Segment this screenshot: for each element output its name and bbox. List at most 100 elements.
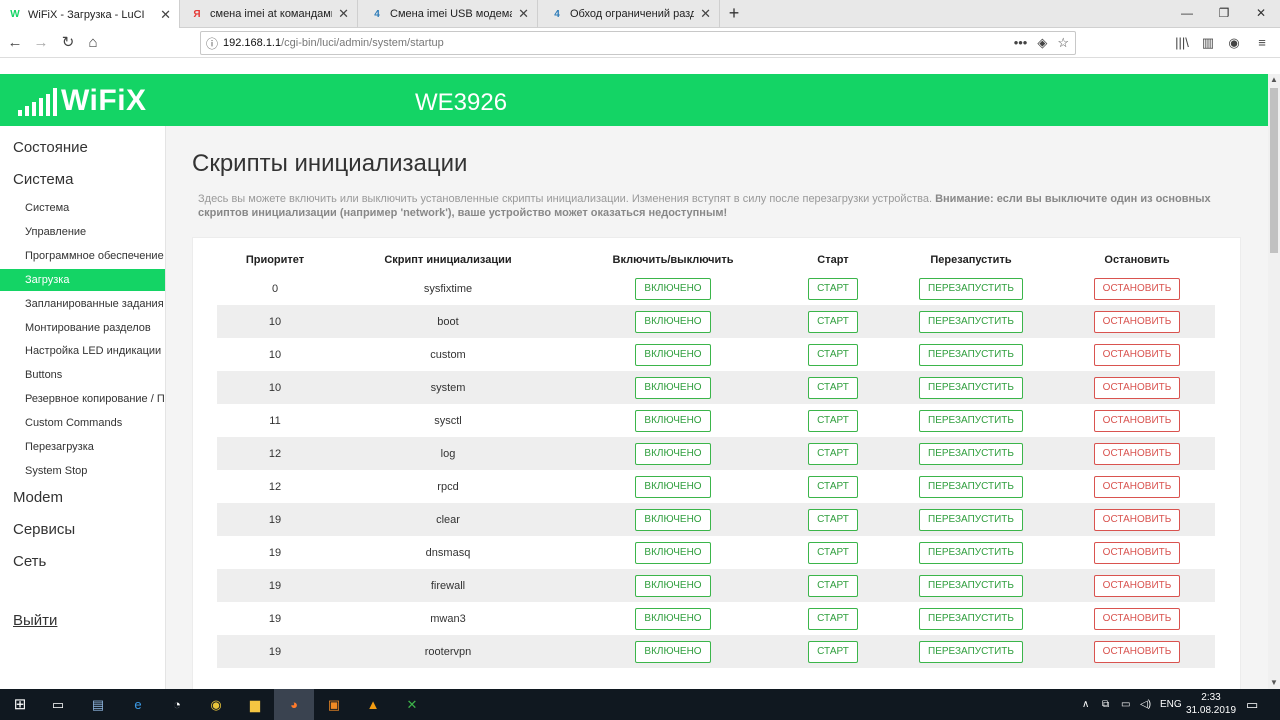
stop-button[interactable]: ОСТАНОВИТЬ	[1093, 640, 1181, 663]
sidebar-item-status[interactable]: Состояние	[13, 139, 88, 156]
restart-button[interactable]: ПЕРЕЗАПУСТИТЬ	[919, 508, 1023, 531]
browser-tab[interactable]: W WiFiX - Загрузка - LuCI ✕	[0, 0, 180, 29]
restart-button[interactable]: ПЕРЕЗАПУСТИТЬ	[919, 343, 1023, 366]
sidebar-item-system-sub[interactable]: Custom Commands	[0, 412, 165, 434]
restart-button[interactable]: ПЕРЕЗАПУСТИТЬ	[919, 640, 1023, 663]
start-button[interactable]: СТАРТ	[808, 607, 858, 630]
browser-tab[interactable]: Ясмена imei at командами — Я ✕	[182, 0, 358, 28]
stop-button[interactable]: ОСТАНОВИТЬ	[1093, 607, 1181, 630]
task-view-icon[interactable]: ▭	[46, 693, 70, 717]
stop-button[interactable]: ОСТАНОВИТЬ	[1093, 541, 1181, 564]
start-button[interactable]: СТАРТ	[808, 376, 858, 399]
language-indicator[interactable]: ENG	[1160, 689, 1182, 720]
start-button[interactable]: СТАРТ	[808, 574, 858, 597]
restart-button[interactable]: ПЕРЕЗАПУСТИТЬ	[919, 541, 1023, 564]
start-button[interactable]: СТАРТ	[808, 541, 858, 564]
restart-button[interactable]: ПЕРЕЗАПУСТИТЬ	[919, 574, 1023, 597]
sidebar-item-modem[interactable]: Modem	[13, 489, 63, 506]
close-tab-icon[interactable]: ✕	[700, 6, 711, 22]
start-button[interactable]: СТАРТ	[808, 508, 858, 531]
browser-tab[interactable]: 4 Смена imei USB модема - 4PD ✕	[362, 0, 538, 28]
enabled-toggle-button[interactable]: ВКЛЮЧЕНО	[635, 508, 711, 531]
reload-icon[interactable]: ↻	[57, 32, 79, 54]
enabled-toggle-button[interactable]: ВКЛЮЧЕНО	[635, 541, 711, 564]
sidebar-item-system-sub[interactable]: Система	[0, 197, 165, 219]
enabled-toggle-button[interactable]: ВКЛЮЧЕНО	[635, 409, 711, 432]
home-icon[interactable]: ⌂	[82, 32, 104, 54]
stop-button[interactable]: ОСТАНОВИТЬ	[1093, 376, 1181, 399]
maximize-button[interactable]: ❐	[1207, 0, 1241, 28]
stop-button[interactable]: ОСТАНОВИТЬ	[1093, 310, 1181, 333]
enabled-toggle-button[interactable]: ВКЛЮЧЕНО	[635, 310, 711, 333]
enabled-toggle-button[interactable]: ВКЛЮЧЕНО	[635, 277, 711, 300]
notifications-icon[interactable]: ▭	[1246, 689, 1258, 720]
stop-button[interactable]: ОСТАНОВИТЬ	[1093, 409, 1181, 432]
restart-button[interactable]: ПЕРЕЗАПУСТИТЬ	[919, 310, 1023, 333]
site-info-icon[interactable]: ⓘ	[201, 35, 223, 52]
enabled-toggle-button[interactable]: ВКЛЮЧЕНО	[635, 376, 711, 399]
restart-button[interactable]: ПЕРЕЗАПУСТИТЬ	[919, 475, 1023, 498]
enabled-toggle-button[interactable]: ВКЛЮЧЕНО	[635, 475, 711, 498]
pocket-icon[interactable]: ◈	[1037, 35, 1047, 51]
sidebar-item-services[interactable]: Сервисы	[13, 521, 75, 538]
stop-button[interactable]: ОСТАНОВИТЬ	[1093, 343, 1181, 366]
vlc-icon[interactable]: ▲	[361, 693, 385, 717]
start-button[interactable]: СТАРТ	[808, 343, 858, 366]
sidebar-item-system-sub[interactable]: Настройка LED индикации	[0, 340, 165, 362]
logout-link[interactable]: Выйти	[13, 612, 57, 629]
page-actions-icon[interactable]: •••	[1014, 35, 1028, 51]
sidebar-item-system-sub[interactable]: Монтирование разделов	[0, 317, 165, 339]
system-clock[interactable]: 2:33 31.08.2019	[1186, 691, 1236, 717]
firefox-icon[interactable]: ◕	[282, 693, 306, 717]
scroll-down-icon[interactable]: ▼	[1268, 677, 1280, 689]
restart-button[interactable]: ПЕРЕЗАПУСТИТЬ	[919, 376, 1023, 399]
speedometer-icon[interactable]: ◔	[165, 693, 189, 717]
sidebar-item-system-sub[interactable]: Загрузка	[0, 268, 165, 291]
enabled-toggle-button[interactable]: ВКЛЮЧЕНО	[635, 640, 711, 663]
hamburger-menu-icon[interactable]: ≡	[1252, 33, 1272, 53]
page-vertical-scrollbar[interactable]: ▲ ▼	[1268, 74, 1280, 689]
start-button[interactable]: СТАРТ	[808, 475, 858, 498]
volume-tray-icon[interactable]: ◁)	[1140, 689, 1151, 720]
power-tray-icon[interactable]: ▭	[1121, 689, 1130, 720]
wifix-logo[interactable]: WiFiX	[18, 84, 147, 116]
edge-icon[interactable]: e	[126, 693, 150, 717]
new-tab-button[interactable]: +	[723, 2, 745, 26]
start-button[interactable]: СТАРТ	[808, 409, 858, 432]
network-tray-icon[interactable]: ⧉	[1102, 689, 1109, 720]
file-explorer-icon[interactable]: ▆	[243, 693, 267, 717]
start-button[interactable]: СТАРТ	[808, 310, 858, 333]
close-window-button[interactable]: ✕	[1244, 0, 1278, 28]
stop-button[interactable]: ОСТАНОВИТЬ	[1093, 508, 1181, 531]
sidebar-item-system-sub[interactable]: Управление	[0, 221, 165, 243]
sidebar-item-system-sub[interactable]: Перезагрузка	[0, 436, 165, 458]
sidebar-item-system-sub[interactable]: Buttons	[0, 364, 165, 386]
close-tab-icon[interactable]: ✕	[338, 6, 349, 22]
restart-button[interactable]: ПЕРЕЗАПУСТИТЬ	[919, 277, 1023, 300]
restart-button[interactable]: ПЕРЕЗАПУСТИТЬ	[919, 442, 1023, 465]
windows-start-icon[interactable]: ⊞	[8, 693, 32, 717]
scroll-up-icon[interactable]: ▲	[1268, 74, 1280, 86]
stop-button[interactable]: ОСТАНОВИТЬ	[1093, 442, 1181, 465]
sidebar-item-system-sub[interactable]: Программное обеспечение	[0, 245, 165, 267]
back-arrow-icon[interactable]: ←	[4, 32, 26, 54]
sidebar-item-system[interactable]: Система	[13, 171, 73, 188]
library-icon[interactable]: |||\	[1172, 33, 1192, 53]
start-button[interactable]: СТАРТ	[808, 442, 858, 465]
chrome-icon[interactable]: ◉	[204, 693, 228, 717]
stop-button[interactable]: ОСТАНОВИТЬ	[1093, 475, 1181, 498]
close-tab-icon[interactable]: ✕	[160, 7, 171, 23]
forward-arrow-icon[interactable]: →	[30, 32, 52, 54]
restart-button[interactable]: ПЕРЕЗАПУСТИТЬ	[919, 607, 1023, 630]
bookmark-star-icon[interactable]: ☆	[1057, 35, 1069, 51]
sidebar-item-system-sub[interactable]: System Stop	[0, 460, 165, 482]
close-tab-icon[interactable]: ✕	[518, 6, 529, 22]
minimize-button[interactable]: —	[1170, 0, 1204, 28]
media-app-icon[interactable]: ▣	[322, 693, 346, 717]
stop-button[interactable]: ОСТАНОВИТЬ	[1093, 277, 1181, 300]
stop-button[interactable]: ОСТАНОВИТЬ	[1093, 574, 1181, 597]
tray-chevron-icon[interactable]: ∧	[1082, 689, 1089, 720]
enabled-toggle-button[interactable]: ВКЛЮЧЕНО	[635, 442, 711, 465]
scrollbar-thumb[interactable]	[1270, 88, 1278, 253]
enabled-toggle-button[interactable]: ВКЛЮЧЕНО	[635, 607, 711, 630]
